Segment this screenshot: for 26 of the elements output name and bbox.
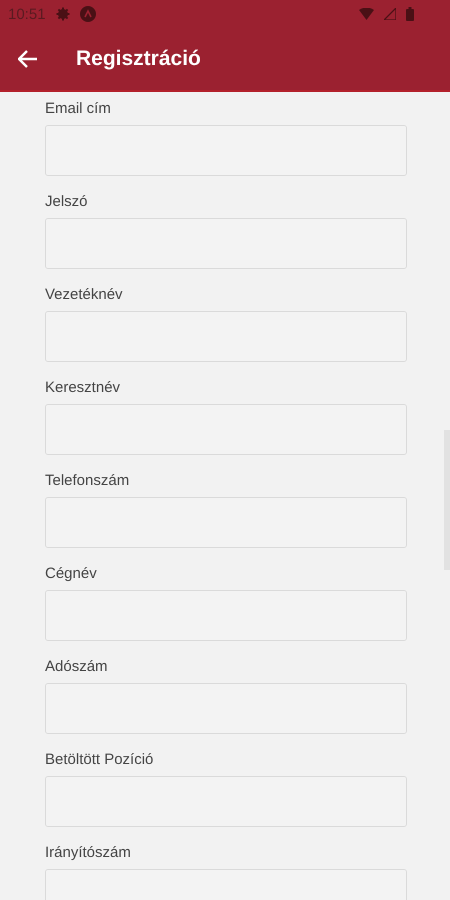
field-label: Keresztnév	[45, 379, 122, 396]
input-field[interactable]	[45, 125, 407, 176]
wifi-icon	[359, 8, 374, 20]
battery-icon	[406, 7, 414, 21]
field-label: Telefonszám	[45, 472, 130, 489]
back-button[interactable]	[18, 50, 38, 68]
field-label: Vezetéknév	[45, 286, 124, 303]
input-field[interactable]	[45, 404, 407, 455]
gear-icon	[56, 7, 70, 21]
status-time: 10:51	[8, 6, 46, 22]
input-field[interactable]	[45, 218, 407, 269]
input-field[interactable]	[45, 683, 407, 734]
field-label: Email cím	[45, 100, 112, 117]
field-label: Adószám	[45, 658, 109, 675]
input-field[interactable]	[45, 776, 407, 827]
back-arrow-icon	[18, 50, 38, 68]
field-label: Betöltött Pozíció	[45, 751, 154, 768]
input-field[interactable]	[45, 497, 407, 548]
screen-title: Regisztráció	[76, 47, 201, 71]
field-label: Cégnév	[45, 565, 98, 582]
input-field[interactable]	[45, 590, 407, 641]
field-label: Irányítószám	[45, 844, 132, 861]
field-label: Jelszó	[45, 193, 89, 210]
signal-icon	[384, 8, 396, 20]
input-field[interactable]	[45, 311, 407, 362]
notification-icon	[80, 6, 96, 22]
